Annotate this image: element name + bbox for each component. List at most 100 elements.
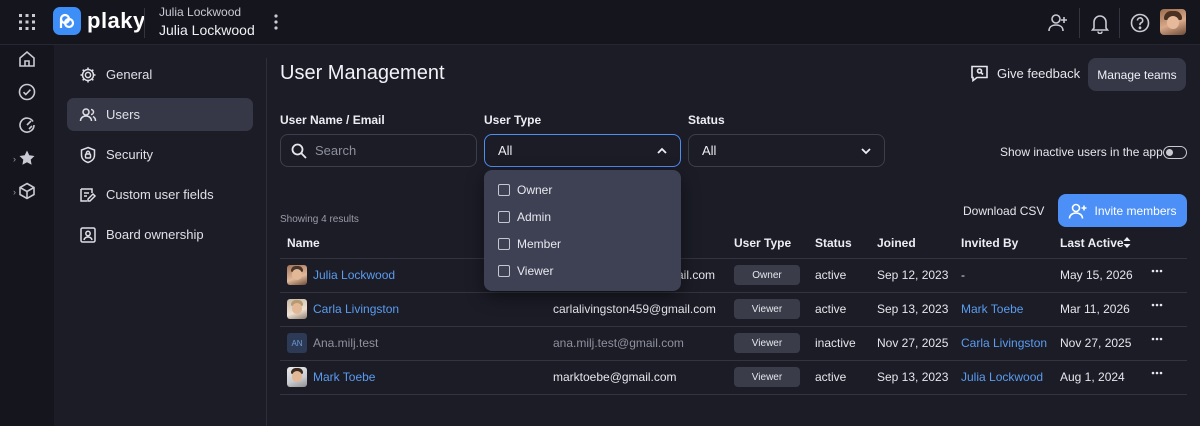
row-menu-icon[interactable]	[1151, 337, 1163, 341]
table-row[interactable]: AN Ana.milj.test ana.milj.test@gmail.com…	[280, 327, 1187, 361]
grid-icon[interactable]	[18, 13, 36, 31]
user-name-link[interactable]: Ana.milj.test	[313, 336, 378, 350]
user-type-filter-label: User Type	[484, 113, 542, 127]
user-name-link[interactable]: Julia Lockwood	[313, 268, 395, 282]
workspace-name[interactable]: Julia Lockwood	[159, 22, 255, 38]
option-label: Member	[517, 237, 562, 251]
column-header-status[interactable]: Status	[815, 236, 852, 250]
user-last-active: Mar 11, 2026	[1060, 302, 1130, 316]
workspace-menu-icon[interactable]	[273, 13, 279, 31]
user-type-option-member[interactable]: Member	[498, 237, 561, 251]
column-header-last-active[interactable]: Last Active	[1060, 236, 1124, 250]
name-email-filter-label: User Name / Email	[280, 113, 385, 127]
left-rail: › ›	[0, 45, 54, 426]
user-type-select[interactable]: All	[484, 134, 681, 167]
app-logo[interactable]: plaky	[53, 7, 146, 35]
search-input[interactable]: Search	[280, 134, 477, 167]
home-icon[interactable]	[18, 50, 36, 68]
option-label: Admin	[517, 210, 552, 224]
add-user-icon	[1069, 203, 1087, 219]
checkbox[interactable]	[498, 265, 510, 277]
divider	[1079, 8, 1080, 38]
user-type-option-owner[interactable]: Owner	[498, 183, 552, 197]
settings-nav-board-ownership[interactable]: Board ownership	[67, 218, 253, 251]
user-type-option-admin[interactable]: Admin	[498, 210, 551, 224]
user-invited-by[interactable]: Carla Livingston	[961, 336, 1047, 350]
user-email: marktoebe@gmail.com	[553, 370, 677, 384]
users-icon	[79, 107, 97, 121]
settings-nav-users[interactable]: Users	[67, 98, 253, 131]
settings-nav-general[interactable]: General	[67, 58, 253, 91]
user-type-dropdown: Owner Admin Member Viewer	[484, 170, 681, 291]
user-type-value: All	[498, 143, 513, 158]
user-name-link[interactable]: Carla Livingston	[313, 302, 399, 316]
table-row[interactable]: Julia Lockwood ail.com Owner active Sep …	[280, 259, 1187, 293]
settings-nav-label: General	[106, 67, 153, 82]
avatar	[287, 265, 307, 285]
table-row[interactable]: Mark Toebe marktoebe@gmail.com Viewer ac…	[280, 361, 1187, 395]
settings-nav-label: Users	[106, 107, 140, 122]
column-header-name[interactable]: Name	[287, 236, 320, 250]
settings-nav-custom-user-fields[interactable]: Custom user fields	[67, 178, 253, 211]
give-feedback-label: Give feedback	[997, 66, 1081, 81]
user-invited-by[interactable]: Mark Toebe	[961, 302, 1023, 316]
column-header-user-type[interactable]: User Type	[734, 236, 791, 250]
settings-nav-security[interactable]: Security	[67, 138, 253, 171]
show-inactive-toggle[interactable]	[1163, 146, 1187, 159]
check-circle-icon[interactable]	[18, 83, 36, 101]
expand-caret-icon[interactable]: ›	[13, 154, 16, 164]
row-menu-icon[interactable]	[1151, 371, 1163, 375]
sort-icon[interactable]	[1122, 236, 1132, 249]
bell-icon[interactable]	[1089, 12, 1111, 34]
user-last-active: Aug 1, 2024	[1060, 370, 1125, 384]
top-bar: plaky Julia Lockwood Julia Lockwood	[0, 0, 1200, 45]
status-select[interactable]: All	[688, 134, 885, 167]
row-menu-icon[interactable]	[1151, 303, 1163, 307]
user-status: active	[815, 268, 847, 282]
checkbox[interactable]	[498, 238, 510, 250]
option-label: Owner	[517, 183, 553, 197]
give-feedback-button[interactable]: Give feedback	[970, 64, 1080, 83]
expand-caret-icon[interactable]: ›	[13, 187, 16, 197]
star-icon[interactable]	[18, 149, 36, 167]
user-invited-by: -	[961, 268, 965, 282]
divider	[1119, 8, 1120, 38]
gear-icon	[80, 67, 96, 82]
avatar	[287, 299, 307, 319]
user-status: active	[815, 302, 847, 316]
manage-teams-button[interactable]: Manage teams	[1088, 58, 1186, 91]
user-last-active: May 15, 2026	[1060, 268, 1133, 282]
user-type-badge[interactable]: Viewer	[734, 333, 800, 353]
results-count: Showing 4 results	[280, 214, 359, 225]
box-icon[interactable]	[18, 182, 36, 200]
status-value: All	[702, 143, 717, 158]
user-type-badge[interactable]: Owner	[734, 265, 800, 285]
user-email: ail.com	[677, 268, 716, 282]
checkbox[interactable]	[498, 184, 510, 196]
user-invited-by[interactable]: Julia Lockwood	[961, 370, 1043, 384]
invite-members-button[interactable]: Invite members	[1058, 194, 1187, 227]
logo-mark-icon	[53, 7, 81, 35]
user-type-option-viewer[interactable]: Viewer	[498, 264, 553, 278]
column-header-joined[interactable]: Joined	[877, 236, 916, 250]
add-user-icon[interactable]	[1047, 12, 1069, 34]
shield-icon	[80, 146, 96, 163]
avatar: AN	[287, 333, 307, 353]
column-header-invited-by[interactable]: Invited By	[961, 236, 1018, 250]
checkbox[interactable]	[498, 211, 510, 223]
user-type-badge[interactable]: Viewer	[734, 367, 800, 387]
user-last-active: Nov 27, 2025	[1060, 336, 1132, 350]
user-joined: Sep 13, 2023	[877, 302, 949, 316]
status-filter-label: Status	[688, 113, 725, 127]
custom-field-icon	[80, 187, 97, 202]
feedback-icon	[971, 65, 988, 83]
user-name-link[interactable]: Mark Toebe	[313, 370, 375, 384]
user-avatar[interactable]	[1160, 9, 1186, 35]
row-menu-icon[interactable]	[1151, 269, 1163, 273]
user-type-badge[interactable]: Viewer	[734, 299, 800, 319]
help-icon[interactable]	[1129, 12, 1151, 34]
download-csv-button[interactable]: Download CSV	[963, 204, 1044, 218]
table-row[interactable]: Carla Livingston carlalivingston459@gmai…	[280, 293, 1187, 327]
user-joined: Nov 27, 2025	[877, 336, 949, 350]
recent-icon[interactable]	[18, 116, 36, 134]
